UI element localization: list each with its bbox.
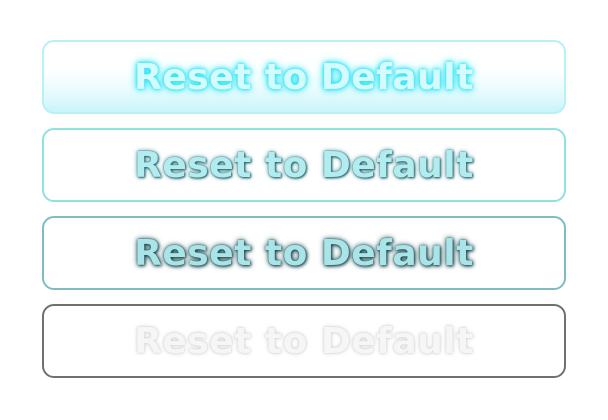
button-label: Reset to Default bbox=[134, 232, 474, 274]
reset-to-default-button-pressed[interactable]: Reset to Default bbox=[42, 216, 566, 290]
button-label: Reset to Default bbox=[134, 56, 474, 98]
button-label: Reset to Default bbox=[134, 144, 474, 186]
button-label: Reset to Default bbox=[134, 320, 474, 362]
reset-to-default-button-hover[interactable]: Reset to Default bbox=[42, 40, 566, 114]
reset-to-default-button-normal[interactable]: Reset to Default bbox=[42, 128, 566, 202]
reset-to-default-button-disabled: Reset to Default bbox=[42, 304, 566, 378]
button-states-sheet: Reset to Default Reset to Default Reset … bbox=[0, 0, 608, 420]
